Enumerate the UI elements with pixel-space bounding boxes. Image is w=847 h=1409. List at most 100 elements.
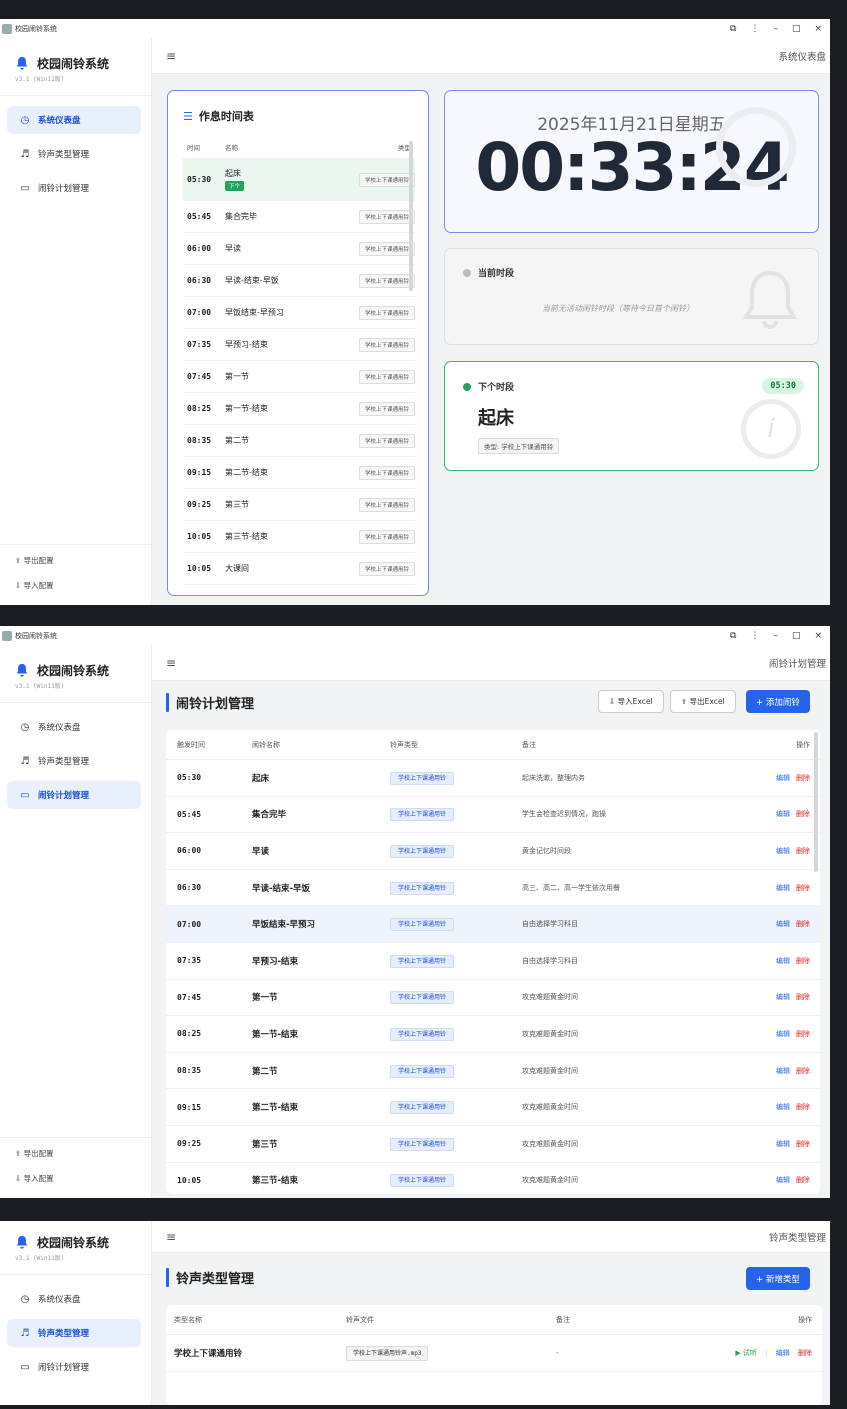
restore-icon[interactable]: ⧉: [730, 24, 736, 34]
export-config-button[interactable]: ⇪ 导出配置: [15, 1148, 151, 1159]
edit-button[interactable]: 编辑: [776, 884, 790, 892]
delete-button[interactable]: 删除: [796, 847, 810, 855]
edit-button[interactable]: 编辑: [776, 993, 790, 1001]
sidebar-item-dashboard[interactable]: ◷ 系统仪表盘: [7, 106, 141, 134]
sidebar: 校园闹铃系统 v3.1 (Win11版) ◷ 系统仪表盘 ♬ 铃声类型管理 ▭ 闹铃计…: [0, 38, 152, 605]
sidebar-item-dashboard[interactable]: ◷ 系统仪表盘: [7, 713, 141, 741]
schedule-time: 06:00: [187, 244, 212, 253]
delete-button[interactable]: 删除: [796, 1103, 810, 1111]
row-operations: 编辑 删除: [776, 919, 820, 929]
add-alarm-button[interactable]: + 添加闹铃: [746, 690, 810, 713]
menu-icon[interactable]: ⋮: [750, 24, 759, 34]
delete-button[interactable]: 删除: [796, 1176, 810, 1184]
minimize-button[interactable]: –: [773, 24, 778, 34]
sidebar-item-ring-types[interactable]: ♬ 铃声类型管理: [7, 747, 141, 775]
alarm-remark: 攻克难题黄金时间: [522, 1176, 578, 1185]
edit-button[interactable]: 编辑: [776, 920, 790, 928]
delete-button[interactable]: 删除: [796, 1067, 810, 1075]
menu-toggle-icon[interactable]: ≡: [166, 49, 176, 63]
delete-button[interactable]: 删除: [796, 1140, 810, 1148]
schedule-name: 集合完毕: [221, 211, 359, 222]
col-trigger-time: 触发时间: [177, 740, 205, 749]
ring-type-pill: 学校上下课通用铃: [390, 844, 455, 858]
menu-toggle-icon[interactable]: ≡: [166, 656, 176, 670]
delete-button[interactable]: 删除: [796, 774, 810, 782]
alarm-name: 早读: [252, 846, 270, 857]
sidebar-item-alarm-plans[interactable]: ▭ 闹铃计划管理: [7, 174, 141, 202]
trigger-time: 07:45: [177, 992, 202, 1002]
edit-button[interactable]: 编辑: [776, 1349, 790, 1357]
edit-button[interactable]: 编辑: [776, 1176, 790, 1184]
version-label: v3.1 (Win11版): [15, 683, 65, 690]
close-button[interactable]: ×: [814, 24, 822, 34]
clock-icon: ◷: [20, 114, 30, 126]
maximize-button[interactable]: □: [792, 631, 801, 641]
schedule-type-tag: 学校上下课通用铃: [358, 172, 415, 187]
table-row: 学校上下课通用铃 学校上下课通用铃声.mp3 - ▶ 试听 | 编辑 删除: [166, 1335, 822, 1372]
table-row: 07:00 早饭结束-早预习 学校上下课通用铃 自由选择学习科目 编辑 删除: [166, 906, 820, 943]
delete-button[interactable]: 删除: [796, 993, 810, 1001]
edit-button[interactable]: 编辑: [776, 774, 790, 782]
delete-button[interactable]: 删除: [796, 884, 810, 892]
import-config-button[interactable]: ⇩ 导入配置: [15, 580, 151, 591]
schedule-type-tag: 学校上下课通用铃: [358, 305, 415, 320]
edit-button[interactable]: 编辑: [776, 1030, 790, 1038]
delete-button[interactable]: 删除: [796, 1030, 810, 1038]
current-period-card: 当前时段 当前无活动闹铃时段（等待今日首个闹铃）: [444, 248, 819, 345]
brand: 校园闹铃系统: [0, 52, 151, 74]
schedule-time: 07:35: [187, 340, 212, 349]
dashboard-window: 校园闹铃系统 ⧉ ⋮ – □ × 校园闹铃系统 v3.1 (Win11版) ◷ 系…: [0, 19, 830, 605]
edit-button[interactable]: 编辑: [776, 810, 790, 818]
title-bar: 校园闹铃系统 ⧉ ⋮ – □ ×: [0, 19, 830, 38]
sidebar-item-alarm-plans[interactable]: ▭ 闹铃计划管理: [7, 1353, 141, 1381]
import-excel-button[interactable]: ⇩ 导入Excel: [598, 690, 664, 713]
sidebar-item-label: 系统仪表盘: [38, 116, 81, 126]
col-operations: 操作: [798, 1315, 812, 1324]
restore-icon[interactable]: ⧉: [730, 631, 736, 641]
table-scrollbar[interactable]: [814, 732, 818, 872]
export-config-button[interactable]: ⇪ 导出配置: [15, 555, 151, 566]
edit-button[interactable]: 编辑: [776, 1103, 790, 1111]
sidebar-item-ring-types[interactable]: ♬ 铃声类型管理: [7, 1319, 141, 1347]
close-button[interactable]: ×: [814, 631, 822, 641]
delete-button[interactable]: 删除: [798, 1349, 812, 1357]
delete-button[interactable]: 删除: [796, 920, 810, 928]
title-accent-bar: [166, 693, 169, 712]
table-header: 类型名称 铃声文件 备注 操作: [166, 1305, 822, 1335]
minimize-button[interactable]: –: [773, 631, 778, 641]
edit-button[interactable]: 编辑: [776, 1140, 790, 1148]
ring-type-pill: 学校上下课通用铃: [390, 881, 455, 895]
schedule-row: 07:45 第一节 学校上下课通用铃: [183, 361, 415, 393]
bell-icon: [16, 56, 28, 70]
import-config-button[interactable]: ⇩ 导入配置: [15, 1173, 151, 1184]
sidebar-item-label: 闹铃计划管理: [38, 1363, 90, 1373]
col-time: 时间: [187, 144, 200, 152]
schedule-name-text: 早读-结束-早饭: [225, 276, 279, 285]
schedule-time: 08:25: [187, 404, 212, 413]
table-row: 09:15 第二节-结束 学校上下课通用铃 攻克难题黄金时间 编辑 删除: [166, 1089, 820, 1126]
alarm-remark: 学生会检查迟到情况，跑操: [522, 810, 606, 819]
status-dot-icon: [463, 382, 471, 391]
delete-button[interactable]: 删除: [796, 957, 810, 965]
export-excel-button[interactable]: ⇪ 导出Excel: [670, 690, 736, 713]
menu-toggle-icon[interactable]: ≡: [166, 1230, 176, 1244]
plans-window: 校园闹铃系统 ⧉ ⋮ – □ × 校园闹铃系统 v3.1 (Win11版) ◷ 系…: [0, 626, 830, 1198]
edit-button[interactable]: 编辑: [776, 847, 790, 855]
preview-button[interactable]: ▶ 试听: [735, 1349, 757, 1357]
add-type-button[interactable]: + 新增类型: [746, 1267, 810, 1290]
calendar-icon: ▭: [20, 789, 30, 801]
sidebar-item-dashboard[interactable]: ◷ 系统仪表盘: [7, 1285, 141, 1313]
sidebar-item-alarm-plans[interactable]: ▭ 闹铃计划管理: [7, 781, 141, 809]
delete-button[interactable]: 删除: [796, 810, 810, 818]
maximize-button[interactable]: □: [792, 24, 801, 34]
schedule-header: 时间 名称 类型: [183, 142, 415, 159]
sidebar-item-ring-types[interactable]: ♬ 铃声类型管理: [7, 140, 141, 168]
plans-table: 触发时间 闹铃名称 铃声类型 备注 操作 05:30 起床 学校上下课通用铃 起床洗漱…: [166, 730, 820, 1194]
menu-icon[interactable]: ⋮: [750, 631, 759, 641]
schedule-scrollbar[interactable]: [409, 141, 413, 291]
bell-icon: [16, 1235, 28, 1249]
edit-button[interactable]: 编辑: [776, 957, 790, 965]
schedule-row: 10:05 大课间 学校上下课通用铃: [183, 553, 415, 585]
sidebar: 校园闹铃系统 v3.1 (Win11版) ◷ 系统仪表盘 ♬ 铃声类型管理 ▭ 闹铃计…: [0, 1221, 152, 1405]
edit-button[interactable]: 编辑: [776, 1067, 790, 1075]
